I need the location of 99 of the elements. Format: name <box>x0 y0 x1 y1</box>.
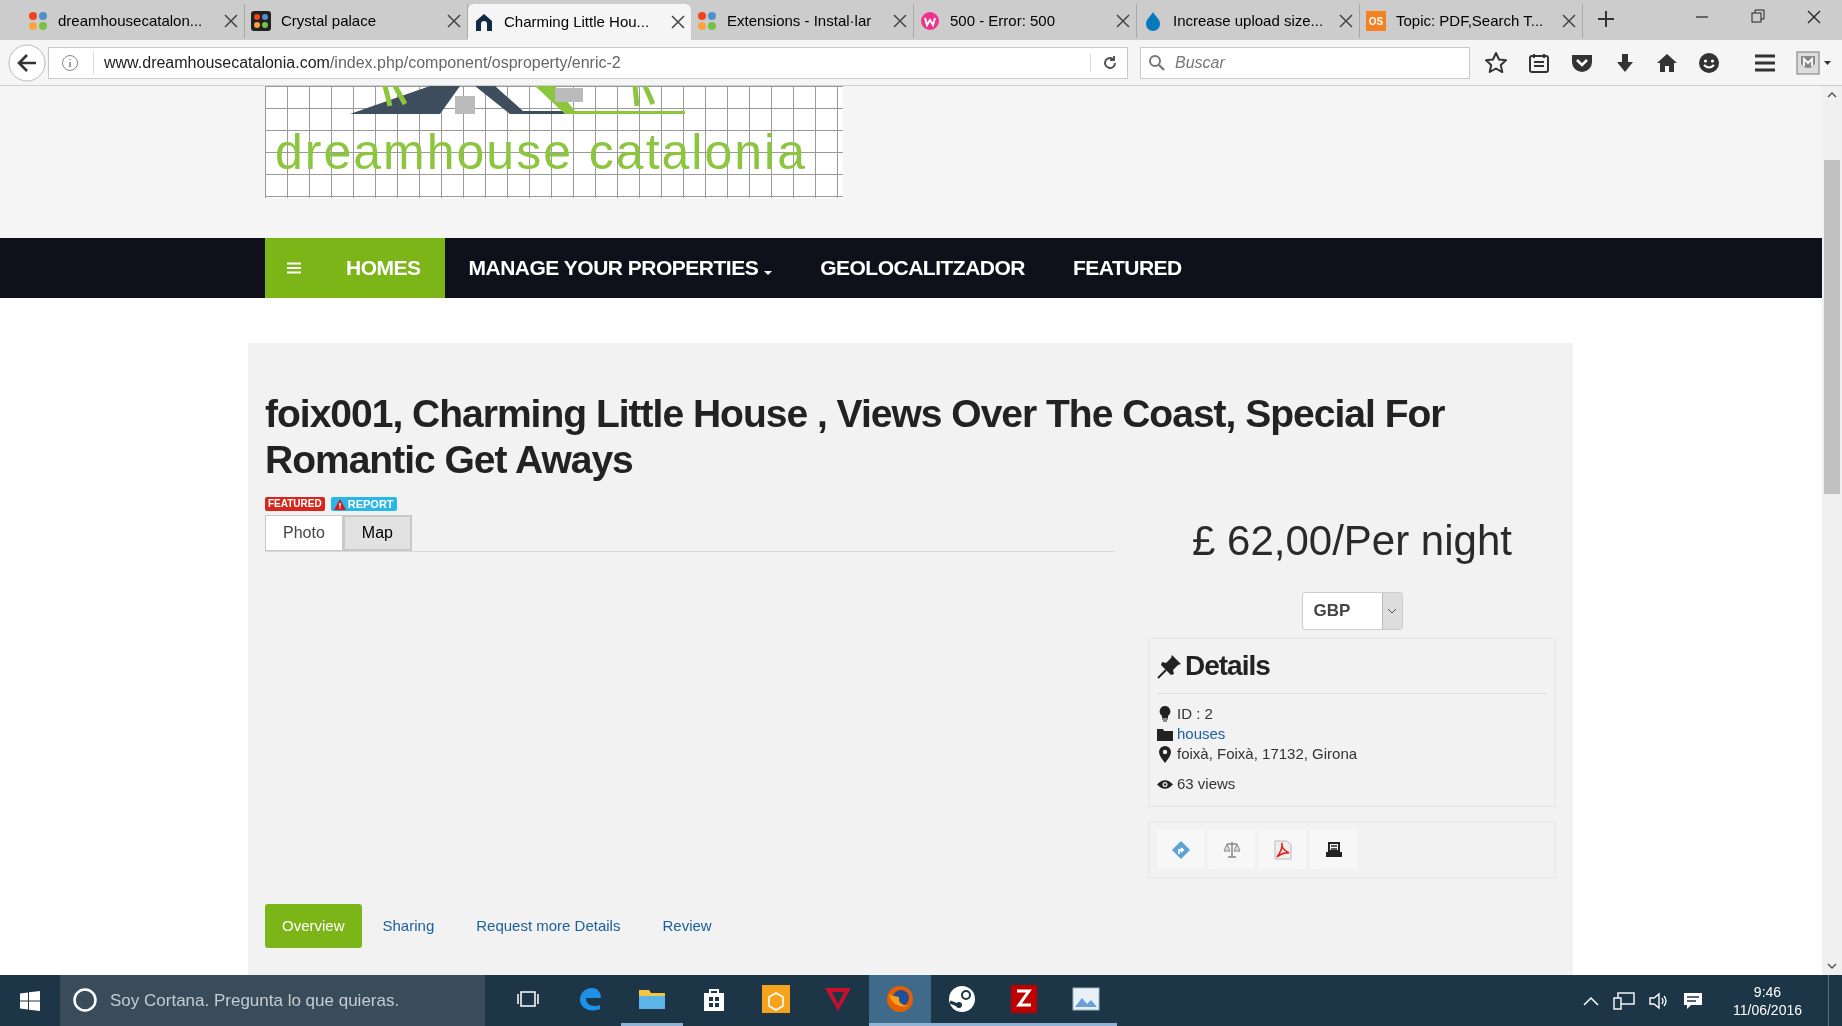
chevron-up-icon[interactable] <box>1582 995 1599 1006</box>
tab-title: Charming Little Hou... <box>504 11 651 32</box>
notification-icon[interactable] <box>1682 991 1703 1010</box>
tab-title: dreamhousecatalon... <box>58 10 204 31</box>
z-logo-icon <box>1011 985 1037 1013</box>
tab-title: 500 - Error: 500 <box>950 10 1057 31</box>
logo-text: dreamhouse catalonia <box>275 123 807 182</box>
detail-text: 63 views <box>1177 774 1236 794</box>
browser-tab[interactable]: dreamhousecatalon... <box>22 4 245 38</box>
drop-icon <box>1143 11 1163 31</box>
box-icon <box>762 985 790 1013</box>
circle-icon <box>72 987 98 1013</box>
media-tab[interactable]: Photo <box>265 515 343 551</box>
picture-icon <box>1072 987 1100 1011</box>
close-icon[interactable] <box>671 15 685 29</box>
tab-title: Increase upload size... <box>1173 10 1325 31</box>
cluster-logo-icon <box>28 11 48 31</box>
search-icon <box>1148 53 1166 72</box>
browser-tab[interactable]: Increase upload size... <box>1137 4 1360 38</box>
menu-icon[interactable] <box>1754 52 1776 73</box>
close-icon[interactable] <box>1562 14 1576 28</box>
cortana-search-field[interactable]: Soy Cortana. Pregunta lo que quieras. <box>60 975 485 1026</box>
warning-icon <box>333 498 346 510</box>
network-icon[interactable] <box>1612 991 1635 1010</box>
section-tab[interactable]: Review <box>641 904 733 948</box>
close-icon[interactable] <box>224 14 238 28</box>
scrollbar[interactable] <box>1822 86 1842 975</box>
steam-wheel-icon <box>948 985 976 1013</box>
w-logo-icon <box>920 11 940 31</box>
task-view-icon <box>516 989 540 1009</box>
map-pin-icon <box>1159 745 1171 763</box>
info-icon[interactable] <box>61 53 79 72</box>
featured-badge: FEATURED <box>265 497 325 511</box>
browser-tab[interactable]: Charming Little Hou... <box>468 4 691 40</box>
scales-icon <box>1221 839 1242 860</box>
printer-icon <box>1324 841 1343 858</box>
detail-text: ID : 2 <box>1177 704 1213 724</box>
browser-tab[interactable]: 500 - Error: 500 <box>914 4 1137 38</box>
tab-title: Topic: PDF,Search T... <box>1396 10 1545 31</box>
chevron-down-icon <box>1387 608 1397 614</box>
folder-icon <box>638 987 666 1011</box>
back-button[interactable] <box>8 43 46 82</box>
pdf-icon <box>1273 839 1292 860</box>
close-icon[interactable] <box>893 14 907 28</box>
browser-tab[interactable]: Crystal palace <box>245 4 468 38</box>
clock[interactable]: 9:46 11/06/2016 <box>1724 982 1810 1019</box>
speaker-icon[interactable] <box>1648 991 1669 1010</box>
address-bar[interactable]: www.dreamhousecatalonia.com/index.php/component/osproperty/enric-2 <box>48 46 1128 79</box>
tab-title: Crystal palace <box>281 10 378 31</box>
nav-link[interactable]: FEATURED <box>1049 238 1206 298</box>
home-icon[interactable] <box>1656 51 1678 74</box>
e-logo-icon <box>577 986 603 1012</box>
cluster-logo-icon <box>697 11 717 31</box>
menu-icon <box>286 262 301 274</box>
smiley-icon[interactable] <box>1698 51 1720 74</box>
clock-date: 11/06/2016 <box>1732 1000 1802 1019</box>
browser-tab[interactable]: Extensions - Instal·lar <box>691 4 914 38</box>
media-tab[interactable]: Map <box>342 515 412 551</box>
tab-title: Extensions - Instal·lar <box>727 10 873 31</box>
triangle-logo-icon <box>824 986 852 1012</box>
browser-tab[interactable]: OS Topic: PDF,Search T... <box>1360 4 1583 38</box>
eye-icon <box>1157 778 1173 790</box>
clock-time: 9:46 <box>1753 982 1782 1001</box>
reading-list-icon[interactable] <box>1528 51 1550 74</box>
share-button[interactable] <box>1157 830 1204 869</box>
url-text: www.dreamhousecatalonia.com/index.php/component/osproperty/enric-2 <box>93 50 1090 75</box>
bookmark-star-icon[interactable] <box>1484 50 1508 75</box>
folder-icon <box>1157 727 1173 741</box>
addon-shield-icon[interactable] <box>1796 50 1832 75</box>
category-link[interactable]: houses <box>1177 724 1226 744</box>
new-tab-icon[interactable] <box>1597 10 1615 28</box>
house-icon <box>474 12 494 32</box>
close-icon[interactable] <box>1339 14 1353 28</box>
property-title: foix001, Charming Little House , Views Over The Coast, Special For Romantic Get Aways <box>265 391 1446 483</box>
globe-fox-icon <box>886 985 914 1013</box>
windows-logo-icon <box>20 990 40 1011</box>
price-text: £ 62,00/Per night <box>1192 516 1512 566</box>
section-tab[interactable]: Sharing <box>361 904 456 948</box>
menu-toggle[interactable] <box>265 238 322 298</box>
download-icon[interactable] <box>1614 51 1636 74</box>
cluster-logo-icon <box>251 11 271 31</box>
close-icon[interactable] <box>1116 14 1130 28</box>
nav-link[interactable]: MANAGE YOUR PROPERTIES <box>444 238 797 298</box>
pdf-button[interactable] <box>1259 830 1306 869</box>
close-icon[interactable] <box>447 14 461 28</box>
currency-select[interactable]: GBP <box>1301 592 1403 630</box>
favicon: OS <box>1366 11 1386 31</box>
share-arrow-icon <box>1170 839 1191 860</box>
nav-link[interactable]: GEOLOCALITZADOR <box>796 238 1049 298</box>
detail-text: foixà, Foixà, 17132, Girona <box>1177 744 1358 764</box>
light-bulb-icon <box>1159 706 1171 722</box>
details-heading: Details <box>1185 649 1270 683</box>
scrollbar-thumb[interactable] <box>1824 160 1840 494</box>
pushpin-icon <box>1157 653 1183 679</box>
print-button[interactable] <box>1310 830 1357 869</box>
search-field[interactable]: Buscar <box>1140 46 1470 79</box>
reload-icon[interactable] <box>1090 53 1119 72</box>
shopping-bag-icon <box>702 986 726 1012</box>
section-tab[interactable]: Request more Details <box>455 904 642 948</box>
